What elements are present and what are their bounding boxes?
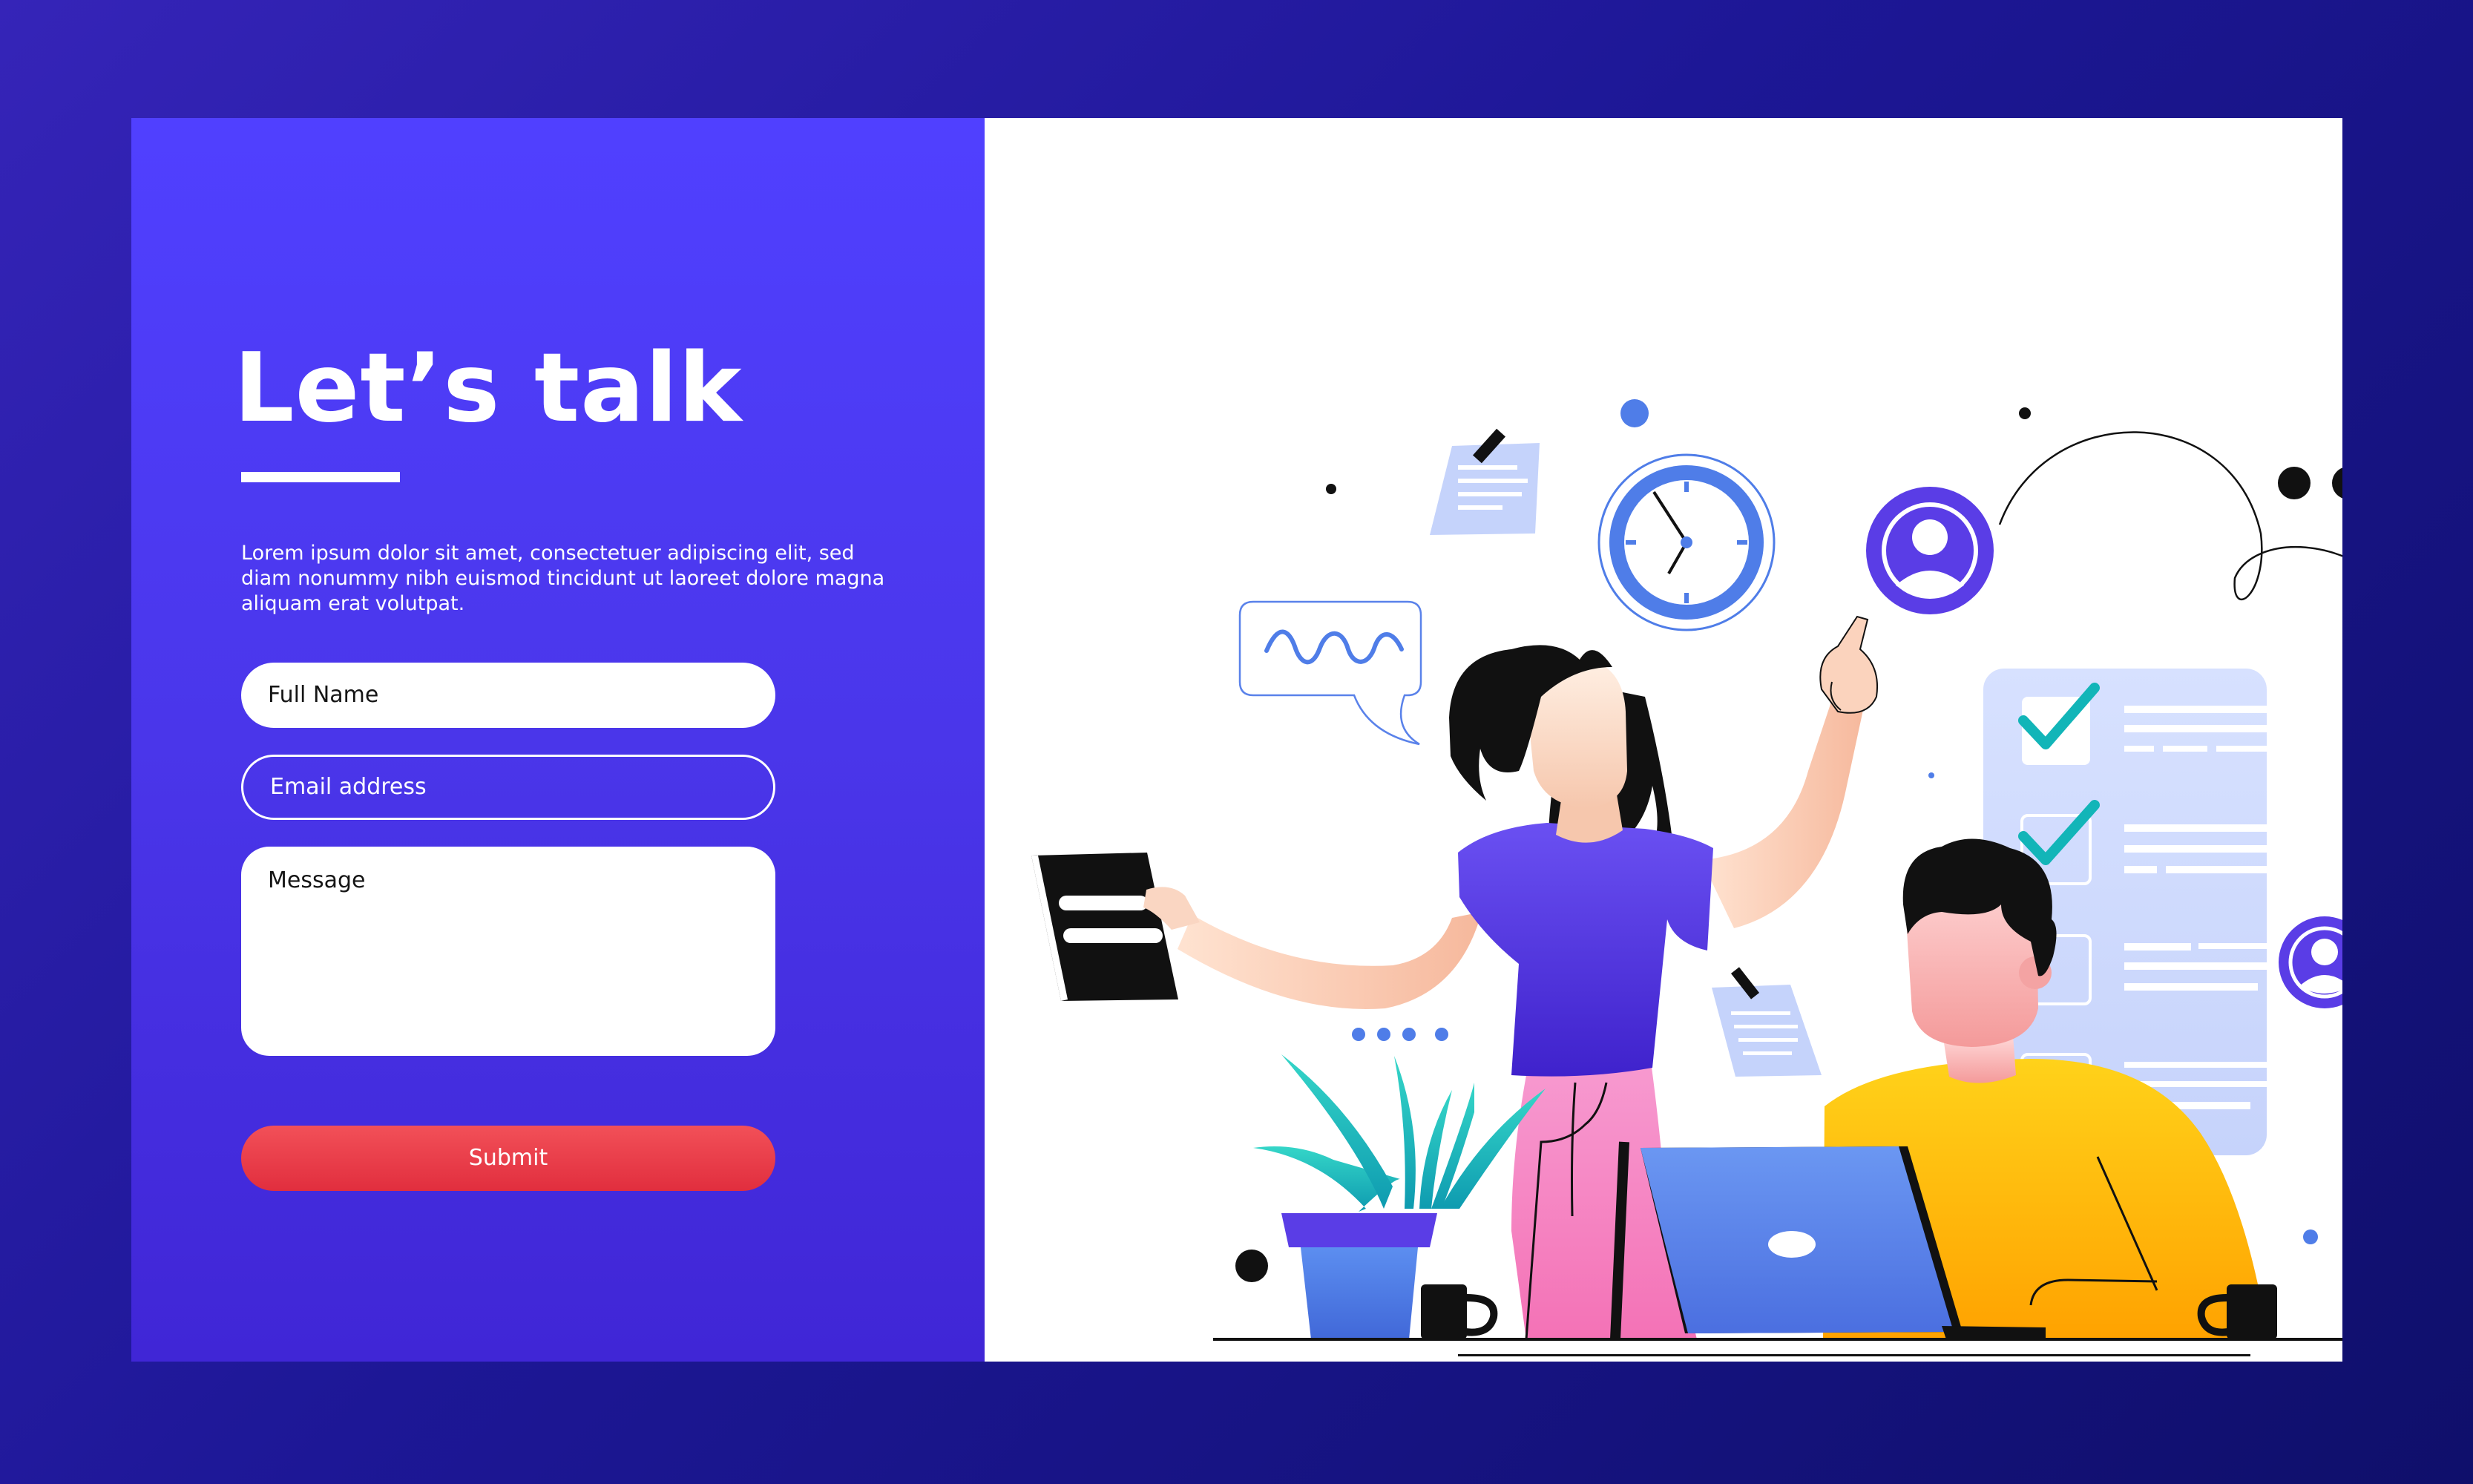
message-placeholder: Message (268, 867, 366, 893)
full-name-placeholder: Full Name (268, 682, 379, 708)
user-avatar-icon (1866, 487, 1994, 614)
full-name-input[interactable]: Full Name (241, 663, 775, 728)
team-illustration (1031, 399, 2342, 1356)
coffee-mug-icon (1421, 1284, 1498, 1339)
page-title: Let’s talk (234, 333, 743, 444)
email-input[interactable]: Email address (241, 755, 775, 820)
floor-line (1213, 1338, 2342, 1356)
contact-form-panel: Let’s talk Lorem ipsum dolor sit amet, c… (131, 118, 985, 1362)
contact-card: Let’s talk Lorem ipsum dolor sit amet, c… (131, 118, 2342, 1362)
speech-bubble-icon (1238, 600, 1422, 746)
sticky-note-icon (1712, 967, 1822, 1077)
user-avatar-icon (2279, 916, 2342, 1008)
sticky-note-icon (1430, 428, 1540, 535)
form-description: Lorem ipsum dolor sit amet, consectetuer… (241, 542, 885, 615)
email-placeholder: Email address (270, 774, 427, 800)
clock-icon (1597, 453, 1776, 631)
title-underline (241, 472, 400, 482)
tablet-icon (1031, 853, 1178, 1001)
message-textarea[interactable]: Message (241, 847, 775, 1056)
plant-icon (1253, 1054, 1546, 1339)
submit-button[interactable]: Submit (241, 1126, 775, 1191)
